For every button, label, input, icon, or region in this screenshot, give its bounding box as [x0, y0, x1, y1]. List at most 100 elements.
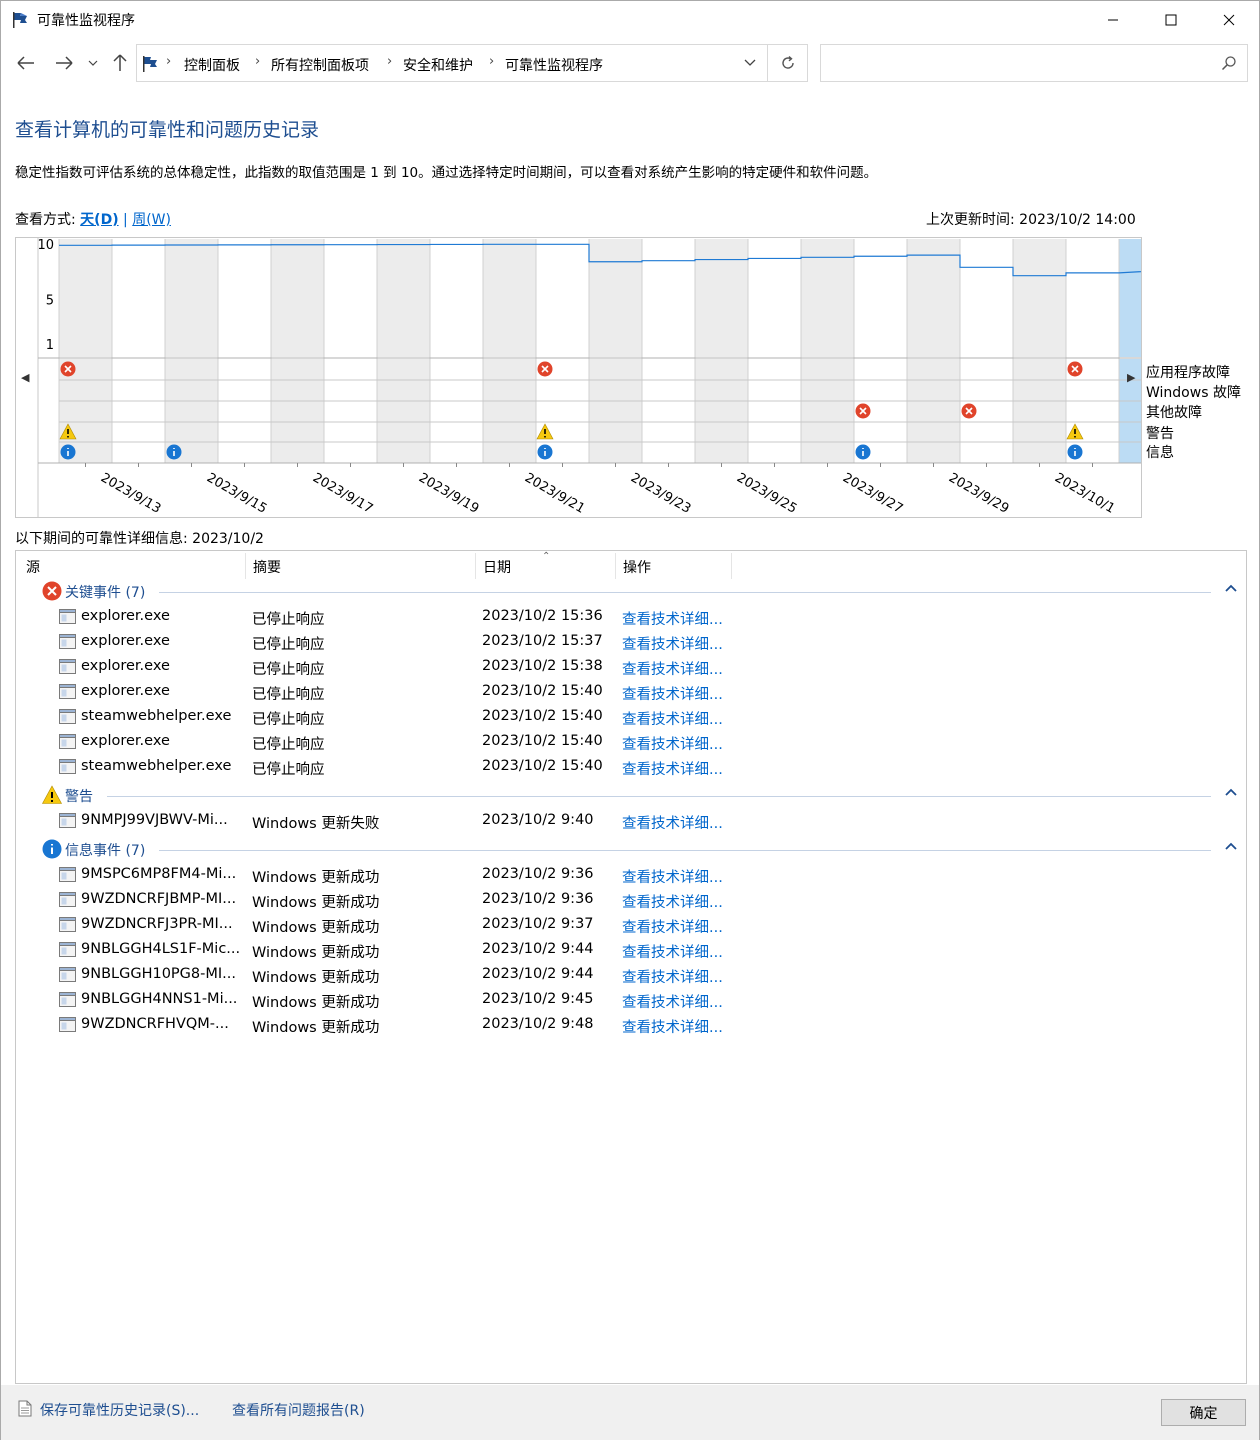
table-row[interactable]: explorer.exe 已停止响应 2023/10/2 15:36 查看技术详细..… — [16, 606, 1246, 630]
column-header-date[interactable]: 日期 — [483, 557, 511, 579]
back-button[interactable] — [14, 51, 38, 75]
view-technical-details-link[interactable]: 查看技术详细... — [622, 966, 723, 987]
group-header[interactable]: 警告 — [41, 785, 1241, 807]
breadcrumb-security-maintenance[interactable]: 安全和维护 — [403, 55, 473, 75]
row-label-information: 信息 — [1146, 445, 1174, 461]
navigation-bar: › 控制面板 › 所有控制面板项 › 安全和维护 › 可靠性监视程序 — [1, 41, 1259, 85]
view-technical-details-link[interactable]: 查看技术详细... — [622, 733, 723, 754]
application-window-icon — [59, 942, 76, 957]
maximize-button[interactable] — [1142, 1, 1200, 39]
refresh-button[interactable] — [767, 45, 807, 81]
view-technical-details-link[interactable]: 查看技术详细... — [622, 1016, 723, 1037]
group-label: 信息事件 (7) — [65, 843, 146, 859]
save-history-link[interactable]: 保存可靠性历史记录(S)... — [40, 1400, 199, 1420]
column-divider[interactable] — [245, 553, 246, 579]
group-header[interactable]: 信息事件 (7) — [41, 839, 1241, 861]
column-header-summary[interactable]: 摘要 — [253, 557, 281, 579]
chart-scroll-right-icon[interactable]: ▶ — [1127, 371, 1135, 384]
collapse-chevron-up-icon[interactable] — [1225, 839, 1237, 854]
view-technical-details-link[interactable]: 查看技术详细... — [622, 708, 723, 729]
row-source: explorer.exe — [81, 633, 170, 649]
table-row[interactable]: 9MSPC6MP8FM4-Mi... Windows 更新成功 2023/10/2 … — [16, 864, 1246, 888]
table-row[interactable]: explorer.exe 已停止响应 2023/10/2 15:37 查看技术详细..… — [16, 631, 1246, 655]
view-technical-details-link[interactable]: 查看技术详细... — [622, 991, 723, 1012]
view-technical-details-link[interactable]: 查看技术详细... — [622, 812, 723, 833]
table-row[interactable]: 9WZDNCRFJ3PR-MI... Windows 更新成功 2023/10/2 … — [16, 914, 1246, 938]
x-axis-date-label: 2023/9/27 — [840, 470, 905, 516]
column-divider[interactable] — [731, 553, 732, 579]
table-row[interactable]: explorer.exe 已停止响应 2023/10/2 15:38 查看技术详细..… — [16, 656, 1246, 680]
column-header-source[interactable]: 源 — [26, 557, 40, 579]
table-row[interactable]: 9NBLGGH10PG8-MI... Windows 更新成功 2023/10/2 … — [16, 964, 1246, 988]
chart-day-column — [748, 239, 801, 357]
close-button[interactable] — [1200, 1, 1258, 39]
view-technical-details-link[interactable]: 查看技术详细... — [622, 916, 723, 937]
column-divider[interactable] — [615, 553, 616, 579]
view-by-day-link[interactable]: 天(D) — [80, 212, 118, 228]
x-axis-date-label: 2023/9/21 — [522, 470, 587, 516]
table-row[interactable]: 9NBLGGH4NNS1-Mi... Windows 更新成功 2023/10/2 … — [16, 989, 1246, 1013]
breadcrumb-separator-icon: › — [166, 54, 172, 69]
table-row[interactable]: 9NMPJ99VJBWV-Mi... Windows 更新失败 2023/10/2 … — [16, 810, 1246, 834]
search-input[interactable] — [820, 44, 1248, 82]
stability-chart-svg: 10 5 1 2023/9/13 2023/9/15 2023/9/17 2023/9/19… — [37, 238, 1173, 517]
view-technical-details-link[interactable]: 查看技术详细... — [622, 758, 723, 779]
row-summary: Windows 更新成功 — [252, 870, 380, 886]
chart-day-column — [1066, 239, 1119, 357]
table-row[interactable]: 9NBLGGH4LS1F-Mic... Windows 更新成功 2023/10/2… — [16, 939, 1246, 963]
column-divider[interactable] — [475, 553, 476, 579]
application-window-icon — [59, 684, 76, 699]
collapse-chevron-up-icon[interactable] — [1225, 785, 1237, 800]
row-label-app-failures: 应用程序故障 — [1146, 365, 1230, 381]
minimize-icon — [1108, 19, 1118, 21]
forward-button[interactable] — [52, 51, 76, 75]
table-row[interactable]: 9WZDNCRFJBMP-MI... Windows 更新成功 2023/10/2 … — [16, 889, 1246, 913]
view-technical-details-link[interactable]: 查看技术详细... — [622, 608, 723, 629]
collapse-chevron-up-icon[interactable] — [1225, 581, 1237, 596]
row-source: explorer.exe — [81, 733, 170, 749]
table-row[interactable]: explorer.exe 已停止响应 2023/10/2 15:40 查看技术详细..… — [16, 731, 1246, 755]
minimize-button[interactable] — [1084, 1, 1142, 39]
table-row[interactable]: steamwebhelper.exe 已停止响应 2023/10/2 15:40 查看… — [16, 756, 1246, 780]
chart-day-column — [59, 239, 112, 357]
recent-locations-button[interactable] — [85, 51, 101, 75]
breadcrumb-all-items[interactable]: 所有控制面板项 — [271, 55, 369, 75]
x-axis-date-label: 2023/9/13 — [98, 470, 163, 516]
table-row[interactable]: steamwebhelper.exe 已停止响应 2023/10/2 15:40 查看… — [16, 706, 1246, 730]
up-button[interactable] — [108, 51, 132, 75]
application-window-icon — [59, 917, 76, 932]
row-summary: 已停止响应 — [252, 637, 325, 653]
column-header-action[interactable]: 操作 — [623, 557, 651, 579]
stability-chart[interactable]: 10 5 1 2023/9/13 2023/9/15 2023/9/17 2023/9/19… — [15, 237, 1173, 518]
address-dropdown-button[interactable] — [733, 45, 767, 81]
table-row[interactable]: 9WZDNCRFHVQM-... Windows 更新成功 2023/10/2 9:… — [16, 1014, 1246, 1038]
application-window-icon — [59, 867, 76, 882]
table-row[interactable]: explorer.exe 已停止响应 2023/10/2 15:40 查看技术详细..… — [16, 681, 1246, 705]
row-source: steamwebhelper.exe — [81, 758, 232, 774]
view-technical-details-link[interactable]: 查看技术详细... — [622, 941, 723, 962]
row-summary: 已停止响应 — [252, 737, 325, 753]
group-header[interactable]: 关键事件 (7) — [41, 581, 1241, 603]
chart-scroll-left-icon[interactable]: ◀ — [21, 371, 29, 384]
row-date: 2023/10/2 9:48 — [482, 1016, 594, 1032]
view-technical-details-link[interactable]: 查看技术详细... — [622, 683, 723, 704]
application-window-icon — [59, 659, 76, 674]
row-date: 2023/10/2 9:40 — [482, 812, 594, 828]
chart-day-column — [430, 359, 483, 463]
row-date: 2023/10/2 15:40 — [482, 758, 603, 774]
x-axis-date-label: 2023/9/23 — [628, 470, 693, 516]
application-window-icon — [59, 992, 76, 1007]
breadcrumb-control-panel[interactable]: 控制面板 — [184, 55, 240, 75]
chart-day-column — [1013, 239, 1066, 357]
view-technical-details-link[interactable]: 查看技术详细... — [622, 866, 723, 887]
ok-button[interactable]: 确定 — [1161, 1399, 1246, 1426]
reliability-details-list[interactable]: ⌃ 源 摘要 日期 操作 关键事件 (7) explorer.exe 已停止响应 20… — [15, 550, 1247, 1384]
view-all-reports-link[interactable]: 查看所有问题报告(R) — [232, 1400, 365, 1420]
breadcrumb-reliability-monitor[interactable]: 可靠性监视程序 — [505, 55, 603, 75]
view-by-week-link[interactable]: 周(W) — [132, 212, 171, 228]
view-technical-details-link[interactable]: 查看技术详细... — [622, 658, 723, 679]
address-bar[interactable]: › 控制面板 › 所有控制面板项 › 安全和维护 › 可靠性监视程序 — [136, 44, 808, 82]
view-technical-details-link[interactable]: 查看技术详细... — [622, 891, 723, 912]
view-technical-details-link[interactable]: 查看技术详细... — [622, 633, 723, 654]
row-summary: Windows 更新成功 — [252, 920, 380, 936]
